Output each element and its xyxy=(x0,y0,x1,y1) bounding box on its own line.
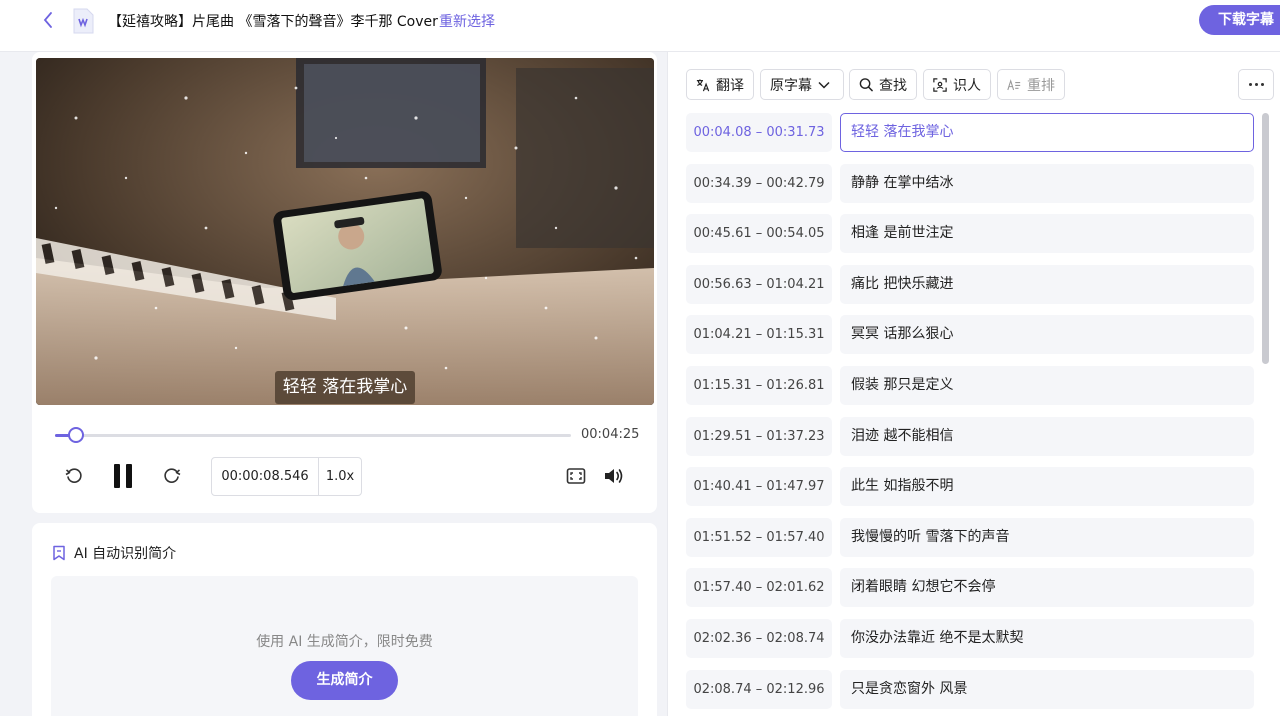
reflow-label: 重排 xyxy=(1027,77,1055,94)
reflow-icon xyxy=(1007,78,1021,90)
chevron-left-icon xyxy=(43,12,52,28)
recognize-label: 识人 xyxy=(953,77,981,94)
scrollbar-thumb[interactable] xyxy=(1262,113,1269,364)
subtitle-text-field[interactable]: 静静 在掌中结冰 xyxy=(840,164,1254,203)
subtitle-time-range[interactable]: 00:56.63 – 01:04.21 xyxy=(686,265,832,304)
subtitle-time-range[interactable]: 00:04.08 – 00:31.73 xyxy=(686,113,832,152)
subtitle-time-range[interactable]: 02:08.74 – 02:12.96 xyxy=(686,670,832,709)
subtitle-text-field[interactable]: 泪迹 越不能相信 xyxy=(840,417,1254,456)
recognize-speaker-button[interactable]: 识人 xyxy=(923,69,991,100)
volume-icon xyxy=(605,469,623,483)
subtitle-text-field[interactable]: 轻轻 落在我掌心 xyxy=(840,113,1254,152)
subtitle-text-field[interactable]: 假装 那只是定义 xyxy=(840,366,1254,405)
ai-summary-header: AI 自动识别简介 xyxy=(52,543,176,563)
ai-summary-title: AI 自动识别简介 xyxy=(74,546,177,562)
download-subtitle-button[interactable]: 下载字幕 xyxy=(1199,5,1280,35)
total-duration: 00:04:25 xyxy=(581,427,640,442)
subtitle-text-field[interactable]: 你没办法靠近 绝不是太默契 xyxy=(840,619,1254,658)
subtitle-time-range[interactable]: 01:04.21 – 01:15.31 xyxy=(686,315,832,354)
bookmark-icon xyxy=(53,545,65,561)
subtitle-time-range[interactable]: 00:34.39 – 00:42.79 xyxy=(686,164,832,203)
search-icon xyxy=(859,78,873,92)
fullscreen-icon xyxy=(566,468,586,484)
forward-button[interactable] xyxy=(160,464,184,488)
chevron-down-icon xyxy=(818,81,830,89)
find-label: 查找 xyxy=(879,77,907,94)
fullscreen-button[interactable] xyxy=(564,464,588,488)
current-time-input[interactable]: 00:00:08.546 xyxy=(212,458,319,495)
rewind-icon xyxy=(65,468,82,483)
more-options-button[interactable] xyxy=(1238,69,1274,100)
reselect-link[interactable]: 重新选择 xyxy=(439,11,495,31)
ai-summary-hint: 使用 AI 生成简介，限时免费 xyxy=(256,634,433,650)
subtitle-time-range[interactable]: 01:29.51 – 01:37.23 xyxy=(686,417,832,456)
rewind-button[interactable] xyxy=(62,464,86,488)
subtitle-time-range[interactable]: 01:40.41 – 01:47.97 xyxy=(686,467,832,506)
subtitle-time-range[interactable]: 01:51.52 – 01:57.40 xyxy=(686,518,832,557)
playback-speed-button[interactable]: 1.0x xyxy=(319,458,361,495)
face-scan-icon xyxy=(933,77,947,92)
forward-icon xyxy=(164,468,181,483)
subtitle-time-range[interactable]: 02:02.36 – 02:08.74 xyxy=(686,619,832,658)
pause-icon xyxy=(114,464,132,488)
back-button[interactable] xyxy=(36,10,60,30)
video-subtitle-overlay: 轻轻 落在我掌心 xyxy=(275,371,415,404)
more-dots-icon xyxy=(1248,83,1252,86)
volume-button[interactable] xyxy=(602,464,626,488)
subtitle-time-range[interactable]: 00:45.61 – 00:54.05 xyxy=(686,214,832,253)
subtitle-text-field[interactable]: 痛比 把快乐藏进 xyxy=(840,265,1254,304)
video-frame[interactable] xyxy=(36,58,654,405)
subtitle-text-field[interactable]: 此生 如指般不明 xyxy=(840,467,1254,506)
progress-slider[interactable] xyxy=(55,427,571,443)
original-subtitle-dropdown[interactable]: 原字幕 xyxy=(760,69,844,100)
file-icon xyxy=(73,8,94,34)
pause-button[interactable] xyxy=(110,461,136,491)
translate-icon xyxy=(696,78,710,91)
subtitle-text-field[interactable]: 我慢慢的听 雪落下的声音 xyxy=(840,518,1254,557)
original-subtitle-label: 原字幕 xyxy=(770,77,812,94)
subtitle-text-field[interactable]: 闭着眼睛 幻想它不会停 xyxy=(840,568,1254,607)
subtitle-time-range[interactable]: 01:15.31 – 01:26.81 xyxy=(686,366,832,405)
generate-summary-button[interactable]: 生成简介 xyxy=(291,661,398,700)
top-header: 【延禧攻略】片尾曲 《雪落下的聲音》李千那 Cover 重新选择 下载字幕 xyxy=(0,0,1280,52)
subtitle-text-field[interactable]: 相逢 是前世注定 xyxy=(840,214,1254,253)
reflow-button[interactable]: 重排 xyxy=(997,69,1065,100)
subtitle-time-range[interactable]: 01:57.40 – 02:01.62 xyxy=(686,568,832,607)
video-scene xyxy=(36,58,654,405)
translate-label: 翻译 xyxy=(716,77,744,94)
page-title: 【延禧攻略】片尾曲 《雪落下的聲音》李千那 Cover xyxy=(108,14,438,30)
time-display: 00:00:08.546 1.0x xyxy=(211,457,362,496)
translate-button[interactable]: 翻译 xyxy=(686,69,754,100)
subtitle-text-field[interactable]: 冥冥 话那么狠心 xyxy=(840,315,1254,354)
subtitle-text-field[interactable]: 只是贪恋窗外 风景 xyxy=(840,670,1254,709)
find-button[interactable]: 查找 xyxy=(849,69,917,100)
